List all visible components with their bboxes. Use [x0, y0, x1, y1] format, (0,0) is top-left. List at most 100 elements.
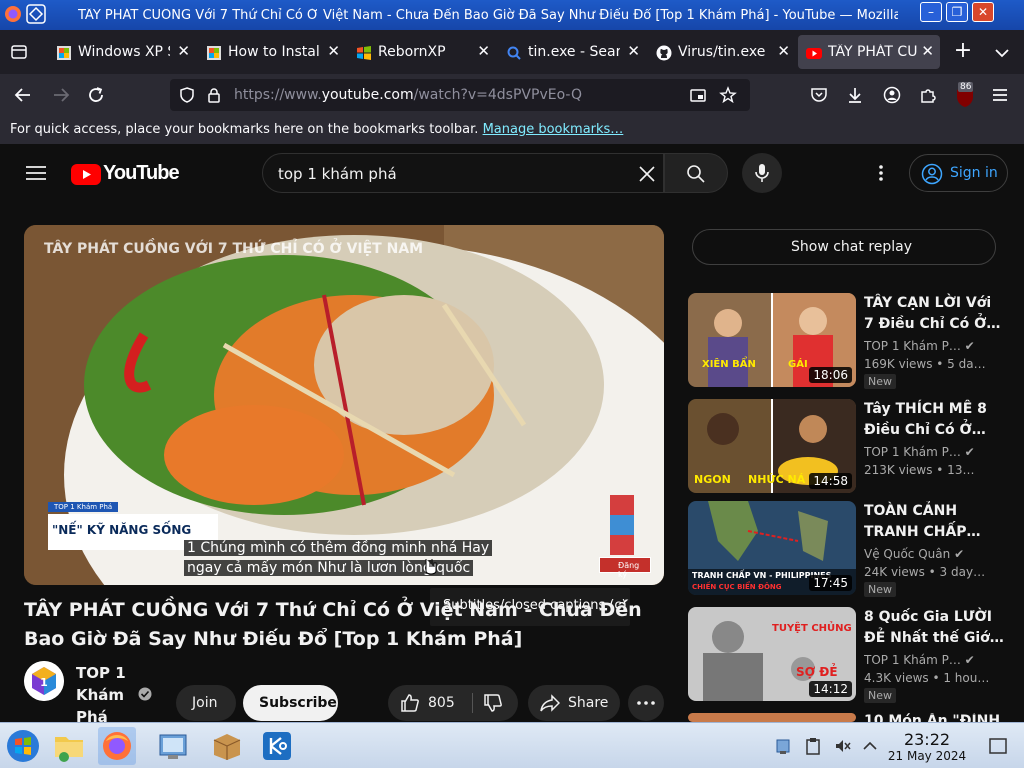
downloads-icon[interactable]	[846, 86, 864, 104]
pocket-icon[interactable]	[810, 86, 828, 104]
video-overlay-title: TÂY PHÁT CUỒNG VỚI 7 THỨ CHỈ CÓ Ở VIỆT N…	[44, 241, 424, 257]
subscribe-overlay-badge[interactable]: Đăng ký	[599, 557, 651, 579]
account-icon[interactable]	[883, 86, 901, 104]
recommended-title[interactable]: TÂY CẠN LỜI Với 7 Điều Chỉ Có Ở…	[864, 293, 1004, 335]
recommended-video[interactable]: NGON NHỨC NÁ 14:58 Tây THÍCH MÊ 8 Điều C…	[688, 399, 1024, 493]
recommended-video[interactable]: TRANH CHẤP VN - PHILIPPINES CHIẾN CỤC BI…	[688, 501, 1024, 597]
voice-search-button[interactable]	[742, 153, 782, 193]
sign-in-button[interactable]: Sign in	[909, 154, 1008, 192]
url-text[interactable]: https://www.youtube.com/watch?v=4dsPVPvE…	[234, 87, 582, 103]
tab-youtube-active[interactable]: TÂY PHÁT CUỒNG ✕	[798, 35, 940, 69]
video-player[interactable]: TÂY PHÁT CUỒNG VỚI 7 THỨ CHỈ CÓ Ở VIỆT N…	[24, 225, 664, 585]
chevron-up-icon[interactable]	[862, 739, 878, 753]
verified-check-icon: ✔	[954, 547, 965, 561]
file-explorer-button[interactable]	[50, 727, 88, 765]
window-menu-icon[interactable]	[26, 4, 46, 24]
tab-windows-xp[interactable]: Windows XP Startup ✕	[48, 35, 196, 69]
close-tab-icon[interactable]: ✕	[777, 42, 790, 60]
guide-menu-icon[interactable]	[26, 164, 46, 182]
more-horizontal-icon	[637, 701, 655, 705]
recommended-channel[interactable]: Vệ Quốc Quân ✔	[864, 547, 1014, 561]
caption-line-1: 1 Chúng mình có thêm đồng minh nhá Hay	[184, 540, 493, 556]
manage-bookmarks-link[interactable]: Manage bookmarks…	[483, 122, 624, 137]
volume-muted-icon[interactable]	[834, 737, 852, 755]
tab-overview-icon[interactable]	[10, 43, 28, 61]
reload-icon[interactable]	[87, 86, 105, 104]
system-clock[interactable]: 23:22 21 May 2024	[884, 731, 970, 764]
tab-tin-search[interactable]: tin.exe - Search ✕	[498, 35, 646, 69]
search-input[interactable]: top 1 khám phá	[262, 153, 664, 193]
recommended-meta: 169K views • 5 da…	[864, 357, 986, 371]
minimize-button[interactable]: –	[920, 2, 942, 22]
recommended-video[interactable]: 10 Món Ăn "ĐỈNH	[688, 713, 1024, 722]
video-thumbnail[interactable]: NGON NHỨC NÁ 14:58	[688, 399, 856, 493]
picture-in-picture-icon[interactable]	[690, 87, 706, 103]
search-button[interactable]	[664, 153, 728, 193]
more-actions-button[interactable]	[628, 685, 664, 721]
screen: { "window": { "title": "TÂY PHÁT CUỒNG V…	[0, 0, 1024, 768]
close-tab-icon[interactable]: ✕	[177, 42, 190, 60]
tab-rebornxp[interactable]: RebornXP ✕	[348, 35, 496, 69]
like-button[interactable]: 805	[388, 685, 468, 721]
subscribe-button[interactable]: Subscribe	[243, 685, 338, 721]
recommended-title[interactable]: 10 Món Ăn "ĐỈNH	[864, 713, 1004, 722]
dislike-button[interactable]	[476, 685, 518, 721]
close-tab-icon[interactable]: ✕	[921, 42, 934, 60]
recommended-channel[interactable]: TOP 1 Khám P… ✔	[864, 445, 1014, 459]
recommended-channel[interactable]: TOP 1 Khám P… ✔	[864, 653, 1014, 667]
ublock-extension-button[interactable]: 86	[954, 82, 976, 108]
video-thumbnail[interactable]: XIÊN BẨN GÁI 18:06	[688, 293, 856, 387]
subscribe-label: Subscribe	[259, 695, 337, 711]
show-chat-replay-button[interactable]: Show chat replay	[692, 229, 996, 265]
tab-label: Virus/tin.exe at	[678, 44, 770, 60]
channel-name[interactable]: TOP 1 Khám Phá	[76, 662, 136, 728]
lock-icon[interactable]	[206, 87, 222, 103]
recommended-meta: 24K views • 3 day…	[864, 565, 986, 579]
channel-label: TOP 1 Khám P…	[864, 653, 961, 667]
control-panel-button[interactable]	[154, 727, 192, 765]
close-tab-icon[interactable]: ✕	[327, 42, 340, 60]
recommended-title[interactable]: Tây THÍCH MÊ 8 Điều Chỉ Có Ở…	[864, 399, 1004, 441]
url-bar[interactable]: https://www.youtube.com/watch?v=4dsPVPvE…	[170, 79, 750, 111]
recommended-video[interactable]: XIÊN BẨN GÁI 18:06 TÂY CẠN LỜI Với 7 Điề…	[688, 293, 1024, 389]
chevron-down-icon[interactable]	[994, 45, 1010, 61]
clipboard-icon[interactable]	[804, 737, 822, 755]
close-tab-icon[interactable]: ✕	[477, 42, 490, 60]
firefox-taskbar-button[interactable]	[98, 727, 136, 765]
bookmarks-hint-text: For quick access, place your bookmarks h…	[10, 122, 479, 137]
network-icon[interactable]	[774, 737, 792, 755]
package-manager-button[interactable]	[208, 727, 246, 765]
video-thumbnail[interactable]: TUYỆT CHỦNG SỢ ĐẺ 14:12	[688, 607, 856, 701]
show-desktop-icon[interactable]	[988, 737, 1008, 755]
extensions-puzzle-icon[interactable]	[919, 86, 937, 104]
clear-search-icon[interactable]	[638, 165, 656, 183]
youtube-logo[interactable]: YouTube	[71, 160, 180, 188]
tracking-shield-icon[interactable]	[179, 87, 195, 103]
start-button[interactable]	[4, 727, 42, 765]
maximize-button[interactable]: ❐	[946, 2, 968, 22]
new-tab-button[interactable]: +	[952, 40, 974, 62]
tab-github-virus[interactable]: Virus/tin.exe at ✕	[648, 35, 796, 69]
firefox-icon[interactable]	[4, 5, 22, 23]
channel-avatar[interactable]: 1	[24, 661, 64, 701]
recommended-title[interactable]: TOÀN CẢNH TRANH CHẤP…	[864, 501, 1004, 543]
video-duration: 14:12	[809, 681, 852, 697]
video-thumbnail[interactable]: TRANH CHẤP VN - PHILIPPINES CHIẾN CỤC BI…	[688, 501, 856, 595]
recommended-video[interactable]: TUYỆT CHỦNG SỢ ĐẺ 14:12 8 Quốc Gia LƯỜI …	[688, 607, 1024, 703]
folder-icon	[55, 737, 83, 762]
tab-how-to-install[interactable]: How to Install ✕	[198, 35, 346, 69]
close-tab-icon[interactable]: ✕	[627, 42, 640, 60]
forward-arrow-icon[interactable]	[52, 86, 70, 104]
more-options-icon[interactable]	[876, 163, 886, 183]
close-window-button[interactable]: ✕	[972, 2, 994, 22]
join-button[interactable]: Join	[176, 685, 236, 721]
recommended-title[interactable]: 8 Quốc Gia LƯỜI ĐẺ Nhất thế Giớ…	[864, 607, 1004, 649]
lower-third-tag: TOP 1 Khám Phá	[48, 502, 119, 512]
recommended-channel[interactable]: TOP 1 Khám P… ✔	[864, 339, 1014, 353]
share-button[interactable]: Share	[528, 685, 620, 721]
back-arrow-icon[interactable]	[14, 86, 32, 104]
bookmark-star-icon[interactable]	[719, 86, 737, 104]
video-thumbnail[interactable]	[688, 713, 856, 722]
hamburger-menu-icon[interactable]	[991, 87, 1009, 103]
kde-button[interactable]	[258, 727, 296, 765]
